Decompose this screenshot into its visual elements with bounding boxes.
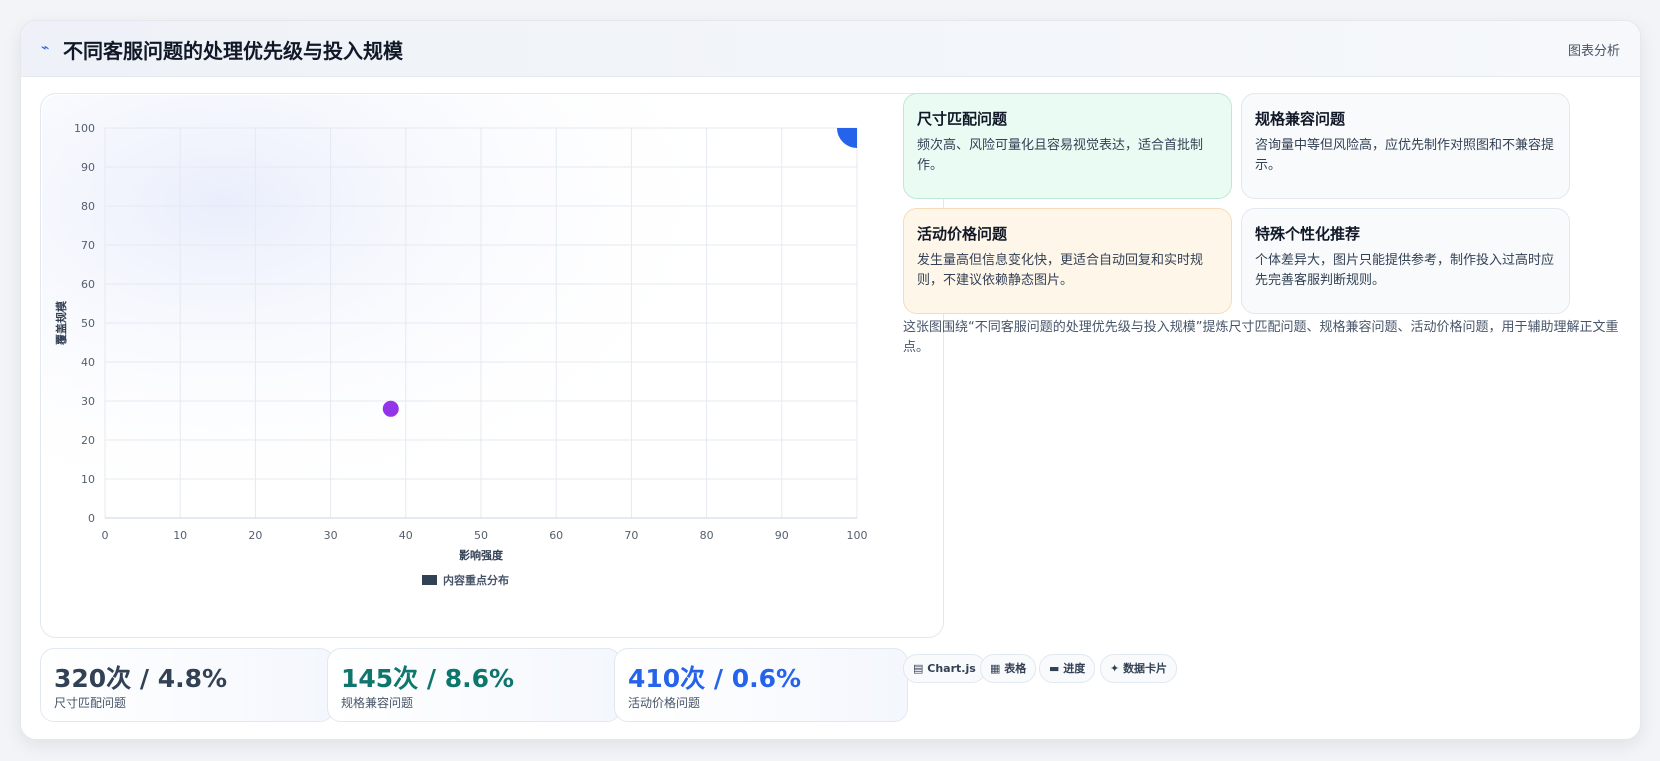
chart-analysis-link[interactable]: 图表分析 (1568, 40, 1620, 59)
stat-label: 规格兼容问题 (341, 696, 414, 710)
scatter-point[interactable] (382, 400, 399, 417)
y-tick-label: 80 (81, 200, 95, 213)
y-tick-label: 30 (81, 395, 95, 408)
chart-icon: ▤ (913, 662, 924, 675)
chip-datacard[interactable]: ✦ 数据卡片 (1100, 654, 1178, 683)
insight-card-spec: 规格兼容问题 咨询量中等但风险高，应优先制作对照图和不兼容提示。 (1241, 93, 1570, 199)
chip-label: 进度 (1063, 662, 1086, 675)
y-axis-label: 覆盖规模 (54, 300, 68, 345)
legend-label[interactable]: 内容重点分布 (443, 573, 509, 587)
x-tick-label: 30 (324, 529, 338, 542)
y-tick-label: 100 (74, 122, 95, 135)
insight-card-personal: 特殊个性化推荐 个体差异大，图片只能提供参考，制作投入过高时应先完善客服判断规则… (1241, 208, 1570, 314)
chart-analysis-card: ⌁ 不同客服问题的处理优先级与投入规模 图表分析 0 10 20 30 40 50 60 70… (20, 20, 1641, 740)
y-tick-label: 20 (81, 434, 95, 447)
insight-title: 活动价格问题 (917, 225, 1008, 243)
insight-title: 尺寸匹配问题 (917, 110, 1008, 128)
chart-caption: 这张图围绕“不同客服问题的处理优先级与投入规模”提炼尺寸匹配问题、规格兼容问题、… (903, 320, 1619, 355)
y-tick-label: 90 (81, 161, 95, 174)
stat-label: 活动价格问题 (628, 696, 701, 710)
x-tick-label: 40 (399, 529, 413, 542)
x-tick-label: 90 (775, 529, 789, 542)
insight-body: 频次高、风险可量化且容易视觉表达，适合首批制作。 (917, 138, 1204, 173)
card-header: ⌁ 不同客服问题的处理优先级与投入规模 图表分析 (21, 21, 1640, 77)
table-icon: ▦ (990, 662, 1001, 675)
stat-value: 145次 / 8.6% (341, 664, 515, 693)
sparkle-icon: ✦ (1110, 662, 1120, 675)
x-tick-label: 60 (549, 529, 563, 542)
insight-card-price: 活动价格问题 发生量高但信息变化快，更适合自动回复和实时规则，不建议依赖静态图片… (903, 208, 1232, 314)
x-tick-label: 70 (624, 529, 638, 542)
insight-body: 发生量高但信息变化快，更适合自动回复和实时规则，不建议依赖静态图片。 (917, 253, 1204, 288)
chip-label: 表格 (1004, 662, 1027, 675)
chip-label: 数据卡片 (1123, 662, 1168, 675)
x-tick-label: 20 (248, 529, 262, 542)
insight-body: 咨询量中等但风险高，应优先制作对照图和不兼容提示。 (1255, 138, 1555, 173)
x-tick-label: 10 (173, 529, 187, 542)
stat-card-price: 410次 / 0.6% 活动价格问题 (614, 648, 908, 722)
page-title: 不同客服问题的处理优先级与投入规模 (63, 39, 403, 63)
legend-swatch (422, 575, 437, 585)
stat-label: 尺寸匹配问题 (54, 696, 127, 710)
y-tick-label: 50 (81, 317, 95, 330)
pulse-icon: ⌁ (41, 40, 50, 56)
insight-title: 规格兼容问题 (1255, 110, 1346, 128)
y-tick-label: 60 (81, 278, 95, 291)
x-tick-label: 0 (102, 529, 109, 542)
scatter-chart-panel: 0 10 20 30 40 50 60 70 80 90 100 0 10 20 30 40 50 60 70 80 9… (40, 93, 944, 638)
y-tick-label: 70 (81, 239, 95, 252)
y-tick-label: 40 (81, 356, 95, 369)
chip-label: Chart.js (927, 662, 976, 675)
stat-value: 410次 / 0.6% (628, 664, 802, 693)
chip-chartjs[interactable]: ▤ Chart.js (903, 654, 986, 683)
y-tick-label: 0 (88, 512, 95, 525)
x-tick-label: 50 (474, 529, 488, 542)
stat-value: 320次 / 4.8% (54, 664, 228, 693)
scatter-chart: 0 10 20 30 40 50 60 70 80 90 100 0 10 20 30 40 50 60 70 80 9… (42, 95, 942, 636)
chip-progress[interactable]: ▬ 进度 (1039, 654, 1096, 683)
stat-card-size: 320次 / 4.8% 尺寸匹配问题 (40, 648, 334, 722)
progress-icon: ▬ (1049, 662, 1060, 675)
insight-title: 特殊个性化推荐 (1255, 225, 1361, 243)
insight-card-size: 尺寸匹配问题 频次高、风险可量化且容易视觉表达，适合首批制作。 (903, 93, 1232, 199)
stat-card-spec: 145次 / 8.6% 规格兼容问题 (327, 648, 621, 722)
x-tick-label: 80 (700, 529, 714, 542)
insight-body: 个体差异大，图片只能提供参考，制作投入过高时应先完善客服判断规则。 (1255, 253, 1555, 288)
x-tick-label: 100 (847, 529, 868, 542)
x-axis-label: 影响强度 (459, 548, 504, 562)
chip-table[interactable]: ▦ 表格 (980, 654, 1037, 683)
y-tick-label: 10 (81, 473, 95, 486)
